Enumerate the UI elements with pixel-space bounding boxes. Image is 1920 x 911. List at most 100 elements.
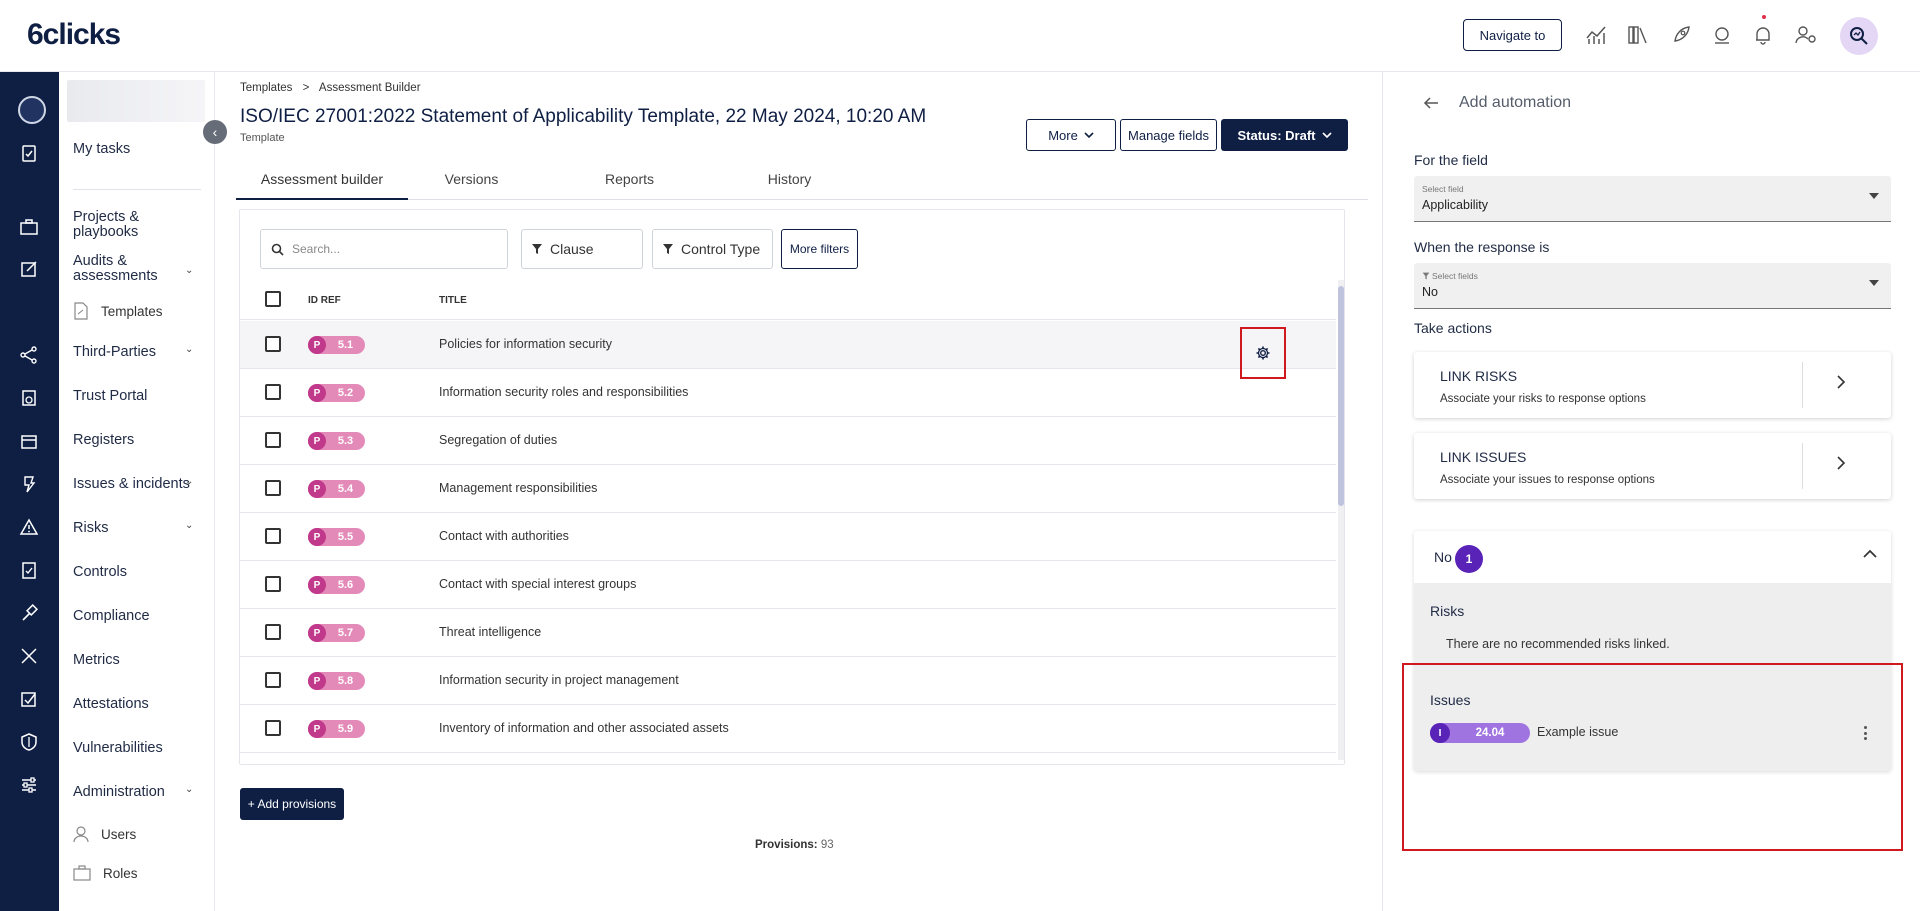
row-checkbox[interactable]	[265, 576, 281, 592]
sidebar-item-trust-portal[interactable]: Trust Portal	[73, 388, 147, 404]
controls-icon[interactable]	[16, 557, 42, 583]
gavel-icon[interactable]	[16, 600, 42, 626]
row-checkbox[interactable]	[265, 384, 281, 400]
provision-title[interactable]: Policies for information security	[439, 337, 612, 351]
sidebar-item-vulnerabilities[interactable]: Vulnerabilities	[73, 740, 163, 756]
row-checkbox[interactable]	[265, 720, 281, 736]
table-scrollbar[interactable]	[1338, 280, 1344, 760]
control-type-filter[interactable]: Control Type	[652, 229, 773, 269]
chevron-down-icon[interactable]: ⌄	[185, 476, 193, 487]
accordion-header[interactable]: No 1	[1414, 531, 1891, 583]
table-row[interactable]: P 5.4 Management responsibilities	[240, 465, 1336, 513]
bell-icon[interactable]	[1750, 22, 1776, 48]
sidebar-item-users[interactable]: Users	[73, 825, 136, 843]
breadcrumb-templates[interactable]: Templates	[240, 82, 292, 94]
table-row[interactable]: P 5.9 Inventory of information and other a…	[240, 705, 1336, 753]
provision-title[interactable]: Segregation of duties	[439, 433, 557, 447]
table-row[interactable]: P 5.3 Segregation of duties	[240, 417, 1336, 465]
row-checkbox[interactable]	[265, 624, 281, 640]
rocket-icon[interactable]	[1668, 22, 1694, 48]
chevron-up-icon[interactable]: ⌄	[185, 265, 193, 276]
library-icon[interactable]	[1625, 22, 1651, 48]
table-row[interactable]: P 5.2 Information security roles and respo…	[240, 369, 1336, 417]
workspace-icon[interactable]	[18, 96, 46, 124]
table-row[interactable]: P 5.1 Policies for information security	[240, 321, 1336, 369]
tab-versions[interactable]: Versions	[419, 160, 524, 200]
clause-filter[interactable]: Clause	[521, 229, 643, 269]
add-provisions-button[interactable]: + Add provisions	[240, 788, 344, 820]
provision-title[interactable]: Information security in project manageme…	[439, 673, 679, 687]
more-button[interactable]: More	[1026, 119, 1116, 151]
automation-settings-button[interactable]	[1240, 327, 1286, 379]
sidebar-item-metrics[interactable]: Metrics	[73, 652, 120, 668]
manage-fields-button[interactable]: Manage fields	[1120, 119, 1217, 151]
chevron-up-icon[interactable]: ⌄	[185, 784, 193, 795]
collapse-sidebar-button[interactable]: ‹	[203, 120, 227, 144]
field-select[interactable]: Select field Applicability	[1414, 176, 1891, 222]
sidebar-item-administration[interactable]: Administration	[73, 784, 165, 800]
attestation-icon[interactable]	[16, 686, 42, 712]
row-checkbox[interactable]	[265, 336, 281, 352]
column-title[interactable]: TITLE	[439, 295, 467, 306]
table-row[interactable]: P 5.6 Contact with special interest groups	[240, 561, 1336, 609]
sidebar-item-controls[interactable]: Controls	[73, 564, 127, 580]
network-icon[interactable]	[16, 342, 42, 368]
provision-title[interactable]: Contact with special interest groups	[439, 577, 636, 591]
trust-portal-icon[interactable]	[16, 385, 42, 411]
row-checkbox[interactable]	[265, 672, 281, 688]
more-filters-button[interactable]: More filters	[781, 229, 858, 269]
shield-icon[interactable]	[16, 729, 42, 755]
table-row[interactable]: P 5.8 Information security in project mana…	[240, 657, 1336, 705]
status-button[interactable]: Status: Draft	[1221, 119, 1348, 151]
sidebar-item-my-tasks[interactable]: My tasks	[73, 141, 130, 157]
provision-title[interactable]: Management responsibilities	[439, 481, 597, 495]
edit-icon[interactable]	[16, 256, 42, 282]
tasks-icon[interactable]	[16, 140, 42, 166]
link-risks-card[interactable]: LINK RISKS Associate your risks to respo…	[1414, 352, 1891, 418]
provision-title[interactable]: Information security roles and responsib…	[439, 385, 688, 399]
chevron-down-icon[interactable]: ⌄	[185, 344, 193, 355]
sidebar-item-issues[interactable]: Issues & incidents	[73, 476, 190, 492]
table-row[interactable]: P 5.5 Contact with authorities	[240, 513, 1336, 561]
table-row[interactable]: P 5.7 Threat intelligence	[240, 609, 1336, 657]
briefcase-icon[interactable]	[16, 214, 42, 240]
support-agent-icon[interactable]	[1709, 22, 1735, 48]
sidebar-item-projects[interactable]: Projects & playbooks	[73, 210, 163, 240]
back-arrow-icon[interactable]	[1423, 96, 1439, 110]
user-settings-icon[interactable]	[1793, 22, 1819, 48]
analytics-icon[interactable]	[1583, 22, 1609, 48]
sidebar-item-compliance[interactable]: Compliance	[73, 608, 150, 624]
row-checkbox[interactable]	[265, 480, 281, 496]
provision-title[interactable]: Threat intelligence	[439, 625, 541, 639]
app-logo[interactable]: 6clicks	[27, 18, 121, 52]
tab-history[interactable]: History	[737, 160, 842, 200]
tab-reports[interactable]: Reports	[577, 160, 682, 200]
sidebar-item-attestations[interactable]: Attestations	[73, 696, 149, 712]
chevron-right-icon[interactable]	[1836, 455, 1846, 471]
navigate-to-button[interactable]: Navigate to	[1463, 19, 1562, 51]
chevron-down-icon[interactable]: ⌄	[185, 520, 193, 531]
sidebar-item-third-parties[interactable]: Third-Parties	[73, 344, 156, 360]
tools-icon[interactable]	[16, 643, 42, 669]
provision-title[interactable]: Contact with authorities	[439, 529, 569, 543]
chevron-up-icon[interactable]	[1863, 549, 1877, 558]
link-issues-card[interactable]: LINK ISSUES Associate your issues to res…	[1414, 433, 1891, 499]
issues-icon[interactable]	[16, 471, 42, 497]
provision-title[interactable]: Inventory of information and other assoc…	[439, 721, 729, 735]
registers-icon[interactable]	[16, 428, 42, 454]
row-checkbox[interactable]	[265, 528, 281, 544]
scrollbar-thumb[interactable]	[1338, 286, 1344, 506]
user-avatar[interactable]	[1840, 17, 1878, 55]
sidebar-item-registers[interactable]: Registers	[73, 432, 134, 448]
chevron-right-icon[interactable]	[1836, 374, 1846, 390]
sidebar-item-audits[interactable]: Audits & assessments	[73, 254, 173, 284]
sliders-icon[interactable]	[16, 772, 42, 798]
row-checkbox[interactable]	[265, 432, 281, 448]
sidebar-item-risks[interactable]: Risks	[73, 520, 108, 536]
sidebar-item-templates[interactable]: Templates	[73, 302, 163, 320]
tab-assessment-builder[interactable]: Assessment builder	[236, 160, 408, 200]
warning-icon[interactable]	[16, 514, 42, 540]
select-all-checkbox[interactable]	[265, 291, 281, 307]
sidebar-item-roles[interactable]: Roles	[73, 865, 138, 881]
response-select[interactable]: Select fields No	[1414, 263, 1891, 309]
